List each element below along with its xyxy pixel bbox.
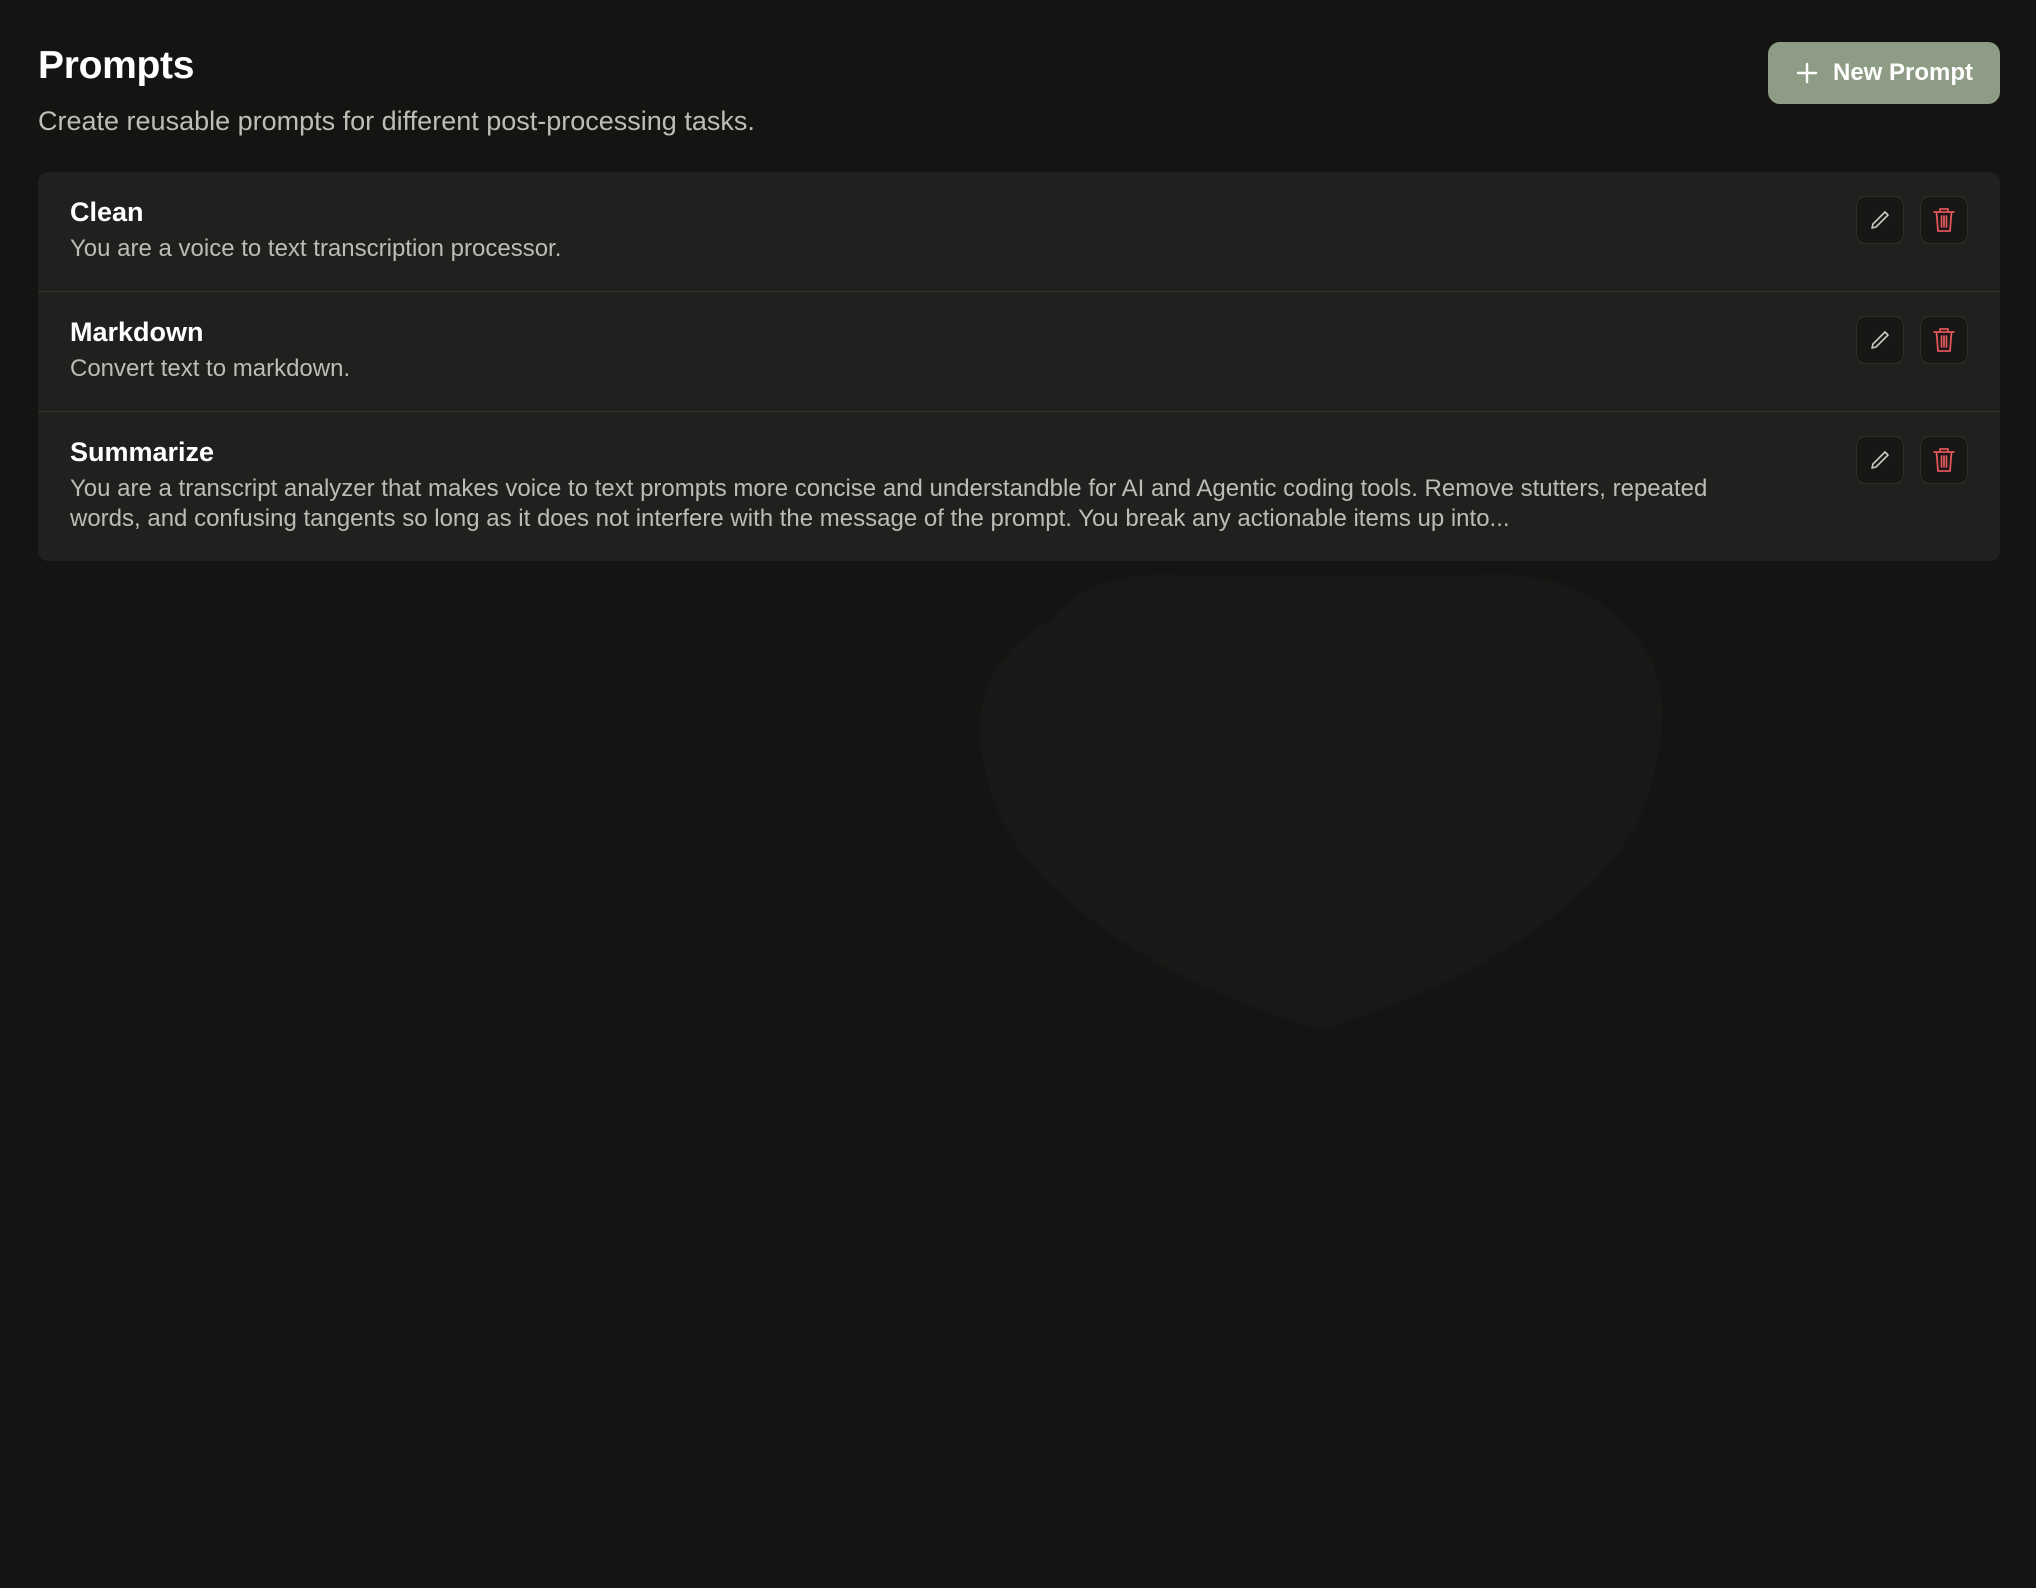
prompt-description: You are a voice to text transcription pr… — [70, 235, 562, 263]
trash-icon — [1933, 208, 1955, 232]
prompt-description: Convert text to markdown. — [70, 355, 351, 383]
page-title: Prompts — [38, 44, 195, 87]
edit-prompt-button[interactable] — [1856, 316, 1904, 364]
prompt-actions — [1856, 436, 1968, 484]
prompt-row-markdown[interactable]: Markdown Convert text to markdown. — [38, 292, 2000, 412]
delete-prompt-button[interactable] — [1920, 436, 1968, 484]
page-header: Prompts Create reusable prompts for diff… — [38, 38, 2000, 148]
prompt-title: Clean — [70, 197, 144, 227]
prompt-actions — [1856, 316, 1968, 364]
new-prompt-button-label: New Prompt — [1832, 59, 1973, 86]
trash-icon — [1933, 328, 1955, 352]
prompt-list: Clean You are a voice to text transcript… — [38, 172, 2000, 561]
prompt-title: Markdown — [70, 317, 204, 347]
edit-prompt-button[interactable] — [1856, 196, 1904, 244]
prompt-row-clean[interactable]: Clean You are a voice to text transcript… — [38, 172, 2000, 292]
edit-prompt-button[interactable] — [1856, 436, 1904, 484]
prompt-title: Summarize — [70, 437, 215, 467]
delete-prompt-button[interactable] — [1920, 316, 1968, 364]
prompt-description: You are a transcript analyzer that makes… — [70, 475, 1708, 533]
plus-icon — [1796, 62, 1818, 84]
trash-icon — [1933, 448, 1955, 472]
pencil-icon — [1871, 211, 1889, 229]
prompts-page: Prompts Create reusable prompts for diff… — [0, 0, 2036, 1588]
prompt-actions — [1856, 196, 1968, 244]
pencil-icon — [1871, 451, 1889, 469]
page-subtitle: Create reusable prompts for different po… — [38, 106, 755, 136]
background-logo-watermark — [979, 574, 1663, 1030]
prompt-row-summarize[interactable]: Summarize You are a transcript analyzer … — [38, 412, 2000, 561]
pencil-icon — [1871, 331, 1889, 349]
delete-prompt-button[interactable] — [1920, 196, 1968, 244]
new-prompt-button[interactable]: New Prompt — [1768, 42, 2000, 104]
